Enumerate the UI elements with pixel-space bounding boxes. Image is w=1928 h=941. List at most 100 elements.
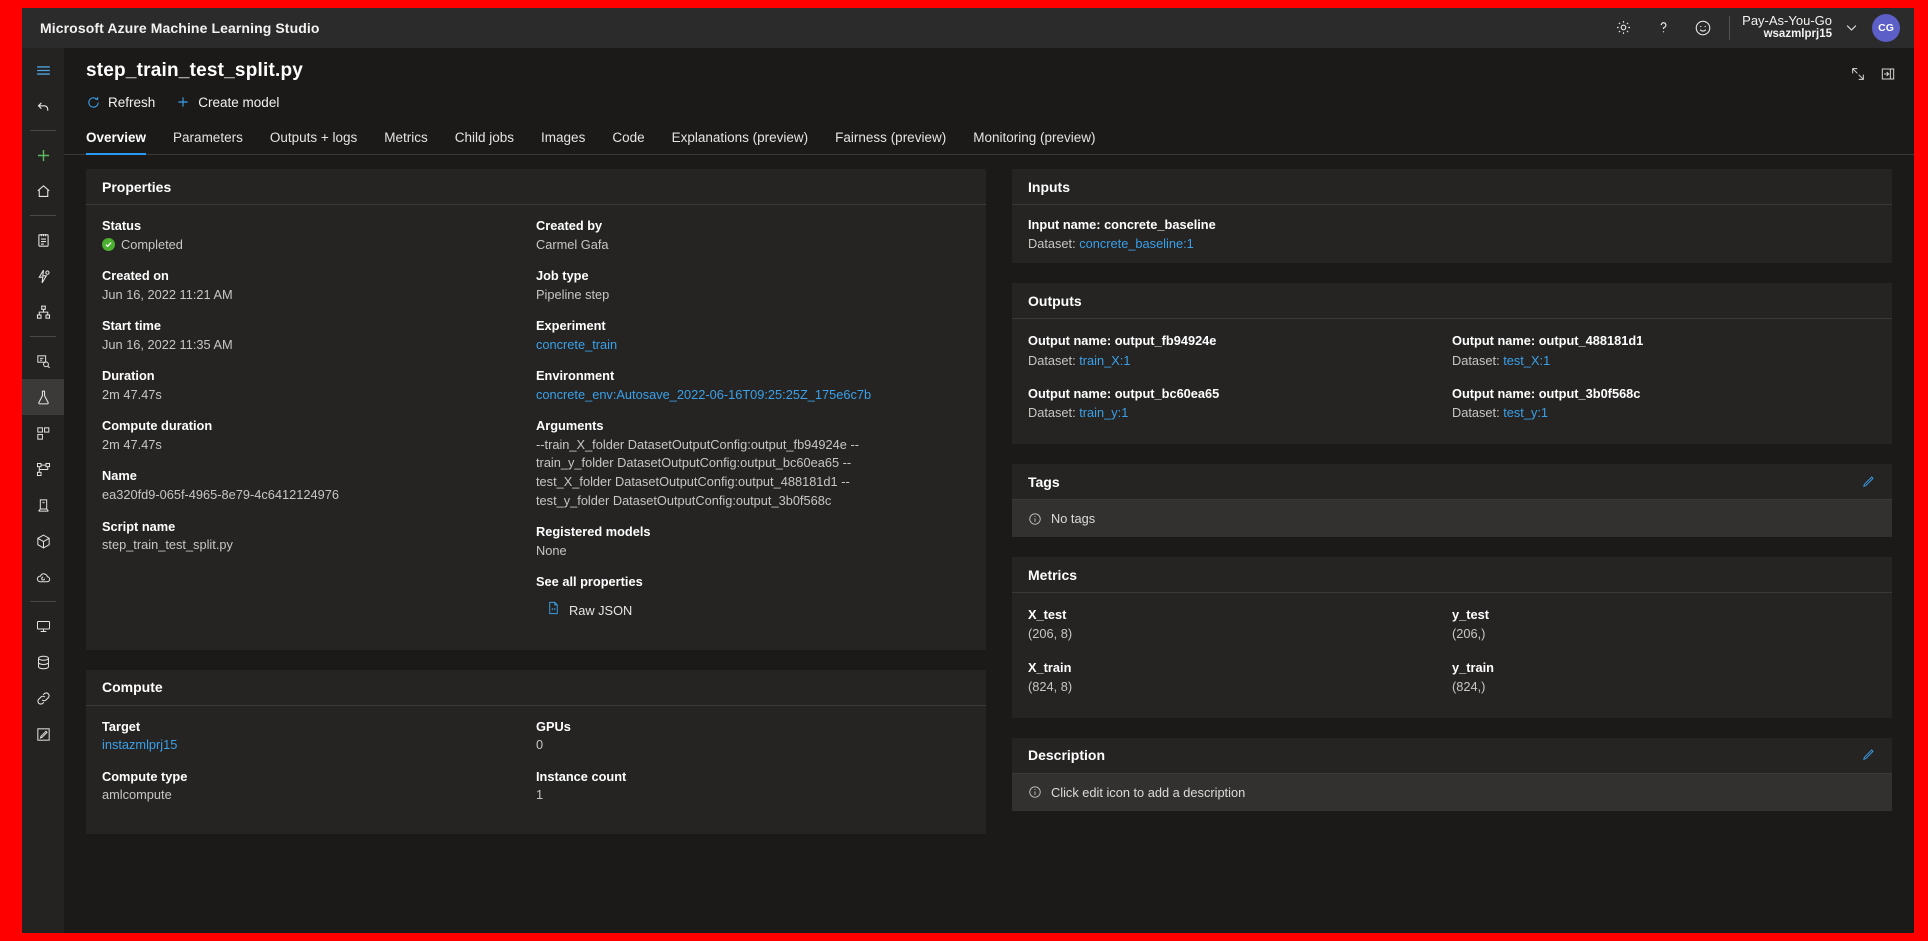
tab-bar: Overview Parameters Outputs + logs Metri… bbox=[64, 124, 1914, 155]
outputs-grid: Output name: output_fb94924e Dataset: tr… bbox=[1012, 319, 1892, 444]
refresh-label: Refresh bbox=[108, 94, 156, 110]
tags-empty-state: No tags bbox=[1012, 500, 1892, 538]
collapse-icon[interactable] bbox=[1850, 66, 1866, 82]
undo-arrow-icon[interactable] bbox=[22, 88, 64, 124]
cube-icon[interactable] bbox=[22, 523, 64, 559]
pencil-square-icon[interactable] bbox=[22, 716, 64, 752]
compute-right-col: GPUs 0 Instance count 1 bbox=[536, 718, 970, 818]
dataset-link[interactable]: test_y:1 bbox=[1503, 405, 1548, 420]
pencil-icon[interactable] bbox=[1860, 474, 1876, 490]
overview-columns: Properties Status Completed Created on J… bbox=[64, 155, 1914, 933]
property-created-on: Created on Jun 16, 2022 11:21 AM bbox=[102, 267, 536, 304]
dataset-link[interactable]: train_X:1 bbox=[1079, 353, 1130, 368]
compute-header: Compute bbox=[86, 670, 986, 706]
raw-json-label: Raw JSON bbox=[569, 602, 633, 618]
tab-overview[interactable]: Overview bbox=[86, 124, 147, 155]
tab-fairness[interactable]: Fairness (preview) bbox=[835, 124, 946, 154]
info-circle-icon bbox=[1028, 512, 1042, 526]
dataset-label: Dataset: bbox=[1452, 352, 1500, 368]
tab-metrics[interactable]: Metrics bbox=[384, 124, 428, 154]
chevron-down-icon[interactable] bbox=[1838, 8, 1864, 48]
refresh-button[interactable]: Refresh bbox=[86, 95, 155, 110]
notebook-icon[interactable] bbox=[22, 222, 64, 258]
environment-icon[interactable] bbox=[22, 487, 64, 523]
metric-value: (824, 8) bbox=[1028, 678, 1073, 694]
tab-monitoring[interactable]: Monitoring (preview) bbox=[973, 124, 1095, 154]
flask-icon[interactable] bbox=[22, 379, 64, 415]
link-icon[interactable] bbox=[22, 680, 64, 716]
property-start-time: Start time Jun 16, 2022 11:35 AM bbox=[102, 317, 536, 354]
output-item: Output name: output_488181d1 Dataset: te… bbox=[1452, 327, 1876, 379]
json-file-icon bbox=[546, 600, 561, 621]
property-created-by: Created by Carmel Gafa bbox=[536, 217, 970, 254]
environment-link[interactable]: concrete_env:Autosave_2022-06-16T09:25:2… bbox=[536, 386, 970, 405]
tab-code[interactable]: Code bbox=[612, 124, 644, 154]
top-navigation-bar: Microsoft Azure Machine Learning Studio bbox=[22, 8, 1914, 48]
gear-icon[interactable] bbox=[1603, 8, 1643, 48]
pencil-icon[interactable] bbox=[1860, 747, 1876, 763]
outputs-card: Outputs Output name: output_fb94924e Dat… bbox=[1012, 283, 1892, 445]
property-value: None bbox=[536, 542, 567, 558]
description-card: Description Click edit icon to add a des… bbox=[1012, 737, 1892, 811]
app-brand-title: Microsoft Azure Machine Learning Studio bbox=[40, 19, 320, 36]
properties-card: Properties Status Completed Created on J… bbox=[86, 169, 986, 650]
subscription-plan: Pay-As-You-Go bbox=[1742, 12, 1832, 28]
plus-icon bbox=[175, 94, 191, 110]
metric-item: y_train (824,) bbox=[1452, 654, 1876, 706]
metrics-header: Metrics bbox=[1012, 557, 1892, 594]
property-label: Name bbox=[102, 468, 137, 484]
metric-item: X_test (206, 8) bbox=[1028, 601, 1452, 653]
database-icon[interactable] bbox=[22, 644, 64, 680]
dataset-link[interactable]: concrete_baseline:1 bbox=[1079, 236, 1194, 251]
avatar[interactable]: CG bbox=[1872, 13, 1900, 42]
input-item: Input name: concrete_baseline Dataset: c… bbox=[1012, 205, 1892, 263]
home-icon[interactable] bbox=[22, 173, 64, 209]
dataset-label: Dataset: bbox=[1028, 404, 1076, 420]
labeling-icon[interactable] bbox=[22, 343, 64, 379]
property-value: --train_X_folder DatasetOutputConfig:out… bbox=[536, 436, 859, 508]
create-model-button[interactable]: Create model bbox=[175, 94, 279, 110]
expand-panel-icon[interactable] bbox=[1880, 66, 1896, 82]
automl-icon[interactable] bbox=[22, 258, 64, 294]
description-header: Description bbox=[1012, 738, 1892, 774]
designer-icon[interactable] bbox=[22, 294, 64, 330]
top-bar-actions: Pay-As-You-Go wsazmlprj15 CG bbox=[1603, 8, 1900, 48]
property-label: Status bbox=[102, 218, 142, 233]
divider bbox=[30, 130, 56, 131]
tab-explanations[interactable]: Explanations (preview) bbox=[672, 124, 809, 154]
experiment-link[interactable]: concrete_train bbox=[536, 336, 970, 355]
tab-child-jobs[interactable]: Child jobs bbox=[455, 124, 514, 154]
properties-left-col: Status Completed Created on Jun 16, 2022… bbox=[102, 217, 536, 634]
monitor-icon[interactable] bbox=[22, 608, 64, 644]
inputs-title: Inputs bbox=[1028, 178, 1070, 195]
components-icon[interactable] bbox=[22, 415, 64, 451]
raw-json-button[interactable]: Raw JSON bbox=[546, 600, 970, 621]
account-info[interactable]: Pay-As-You-Go wsazmlprj15 bbox=[1736, 13, 1838, 42]
description-title: Description bbox=[1028, 747, 1106, 764]
property-label: GPUs bbox=[536, 718, 571, 734]
smiley-face-icon[interactable] bbox=[1683, 8, 1723, 48]
properties-title: Properties bbox=[102, 178, 172, 195]
property-label: Job type bbox=[536, 268, 589, 284]
compute-target-link[interactable]: instazmlprj15 bbox=[102, 736, 536, 755]
hamburger-icon[interactable] bbox=[22, 52, 64, 88]
tab-images[interactable]: Images bbox=[541, 124, 585, 154]
cloud-endpoint-icon[interactable] bbox=[22, 559, 64, 595]
metric-label: y_train bbox=[1452, 659, 1494, 675]
dataset-link[interactable]: test_X:1 bbox=[1503, 353, 1550, 368]
properties-body: Status Completed Created on Jun 16, 2022… bbox=[86, 205, 986, 650]
property-name: Name ea320fd9-065f-4965-8e79-4c641212497… bbox=[102, 467, 536, 504]
dataset-link[interactable]: train_y:1 bbox=[1079, 405, 1128, 420]
pipeline-icon[interactable] bbox=[22, 451, 64, 487]
outputs-header: Outputs bbox=[1012, 283, 1892, 320]
left-column: Properties Status Completed Created on J… bbox=[86, 169, 986, 933]
metric-label: X_test bbox=[1028, 607, 1067, 623]
tab-parameters[interactable]: Parameters bbox=[173, 124, 243, 154]
tab-outputs-logs[interactable]: Outputs + logs bbox=[270, 124, 357, 154]
property-value: ea320fd9-065f-4965-8e79-4c6412124976 bbox=[102, 487, 339, 503]
property-status: Status Completed bbox=[102, 217, 536, 254]
question-mark-icon[interactable] bbox=[1643, 8, 1683, 48]
plus-icon[interactable] bbox=[22, 137, 64, 173]
outputs-title: Outputs bbox=[1028, 292, 1082, 309]
property-value: step_train_test_split.py bbox=[102, 537, 233, 553]
